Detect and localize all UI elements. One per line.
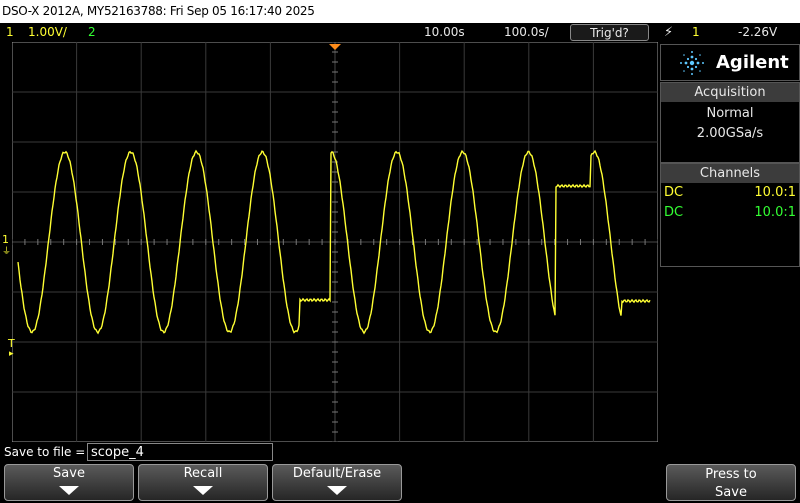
trigger-status: Trig'd? bbox=[570, 24, 649, 41]
agilent-spark-icon bbox=[680, 51, 704, 75]
default-erase-softkey[interactable]: Default/Erase bbox=[272, 464, 402, 501]
ch1-coupling: DC bbox=[664, 185, 684, 200]
filename-field[interactable]: scope_4 bbox=[87, 443, 273, 461]
channel-2-row[interactable]: DC 10.0:1 bbox=[661, 203, 799, 223]
acquisition-header: Acquisition bbox=[661, 83, 799, 102]
acquisition-box[interactable]: Acquisition Normal 2.00GSa/s bbox=[660, 82, 800, 163]
ch1-ground-icon: ⏚ bbox=[2, 247, 12, 257]
save-softkey[interactable]: Save bbox=[4, 464, 134, 501]
status-bar: 1 1.00V/ 2 10.00s 100.0s/ Trig'd? ⚡ 1 -2… bbox=[0, 23, 800, 42]
chevron-down-icon bbox=[327, 486, 347, 495]
trigger-level[interactable]: -2.26V bbox=[738, 23, 777, 42]
trigger-level-arrow-icon: ▸ bbox=[9, 349, 14, 359]
recall-softkey-label: Recall bbox=[183, 466, 223, 481]
channel-1-row[interactable]: DC 10.0:1 bbox=[661, 183, 799, 203]
ch1-probe: 10.0:1 bbox=[754, 185, 796, 200]
press-to-save-softkey[interactable]: Press to Save bbox=[666, 464, 796, 501]
trigger-edge-icon[interactable]: ⚡ bbox=[664, 23, 673, 42]
channels-box[interactable]: Channels DC 10.0:1 DC 10.0:1 bbox=[660, 163, 800, 267]
chevron-down-icon bbox=[193, 486, 213, 495]
acquisition-mode: Normal bbox=[706, 106, 754, 121]
press-to-save-label: Save bbox=[715, 485, 747, 500]
brand-box: Agilent bbox=[660, 44, 800, 81]
waveform-display[interactable] bbox=[12, 42, 658, 442]
save-bar: Save to file = scope_4 bbox=[0, 443, 800, 463]
ch1-scale[interactable]: 1.00V/ bbox=[28, 23, 67, 42]
save-to-file-label: Save to file = bbox=[4, 445, 86, 459]
save-softkey-label: Save bbox=[53, 466, 85, 481]
press-to-label: Press to bbox=[705, 467, 757, 482]
time-delay[interactable]: 10.00s bbox=[424, 23, 465, 42]
trigger-source[interactable]: 1 bbox=[692, 23, 700, 42]
default-erase-softkey-label: Default/Erase bbox=[292, 466, 382, 481]
recall-softkey[interactable]: Recall bbox=[138, 464, 268, 501]
time-scale[interactable]: 100.0s/ bbox=[504, 23, 549, 42]
ch1-number[interactable]: 1 bbox=[6, 23, 14, 42]
channels-header: Channels bbox=[661, 164, 799, 183]
right-panel: Agilent Acquisition Normal 2.00GSa/s Cha… bbox=[660, 44, 800, 267]
ch2-probe: 10.0:1 bbox=[754, 205, 796, 220]
sample-rate: 2.00GSa/s bbox=[696, 126, 764, 141]
chevron-down-icon bbox=[59, 486, 79, 495]
window-title: DSO-X 2012A, MY52163788: Fri Sep 05 16:1… bbox=[2, 4, 315, 18]
ch2-number[interactable]: 2 bbox=[88, 23, 96, 42]
title-bar: DSO-X 2012A, MY52163788: Fri Sep 05 16:1… bbox=[0, 0, 800, 23]
ch2-coupling: DC bbox=[664, 205, 684, 220]
brand-name: Agilent bbox=[716, 52, 789, 73]
